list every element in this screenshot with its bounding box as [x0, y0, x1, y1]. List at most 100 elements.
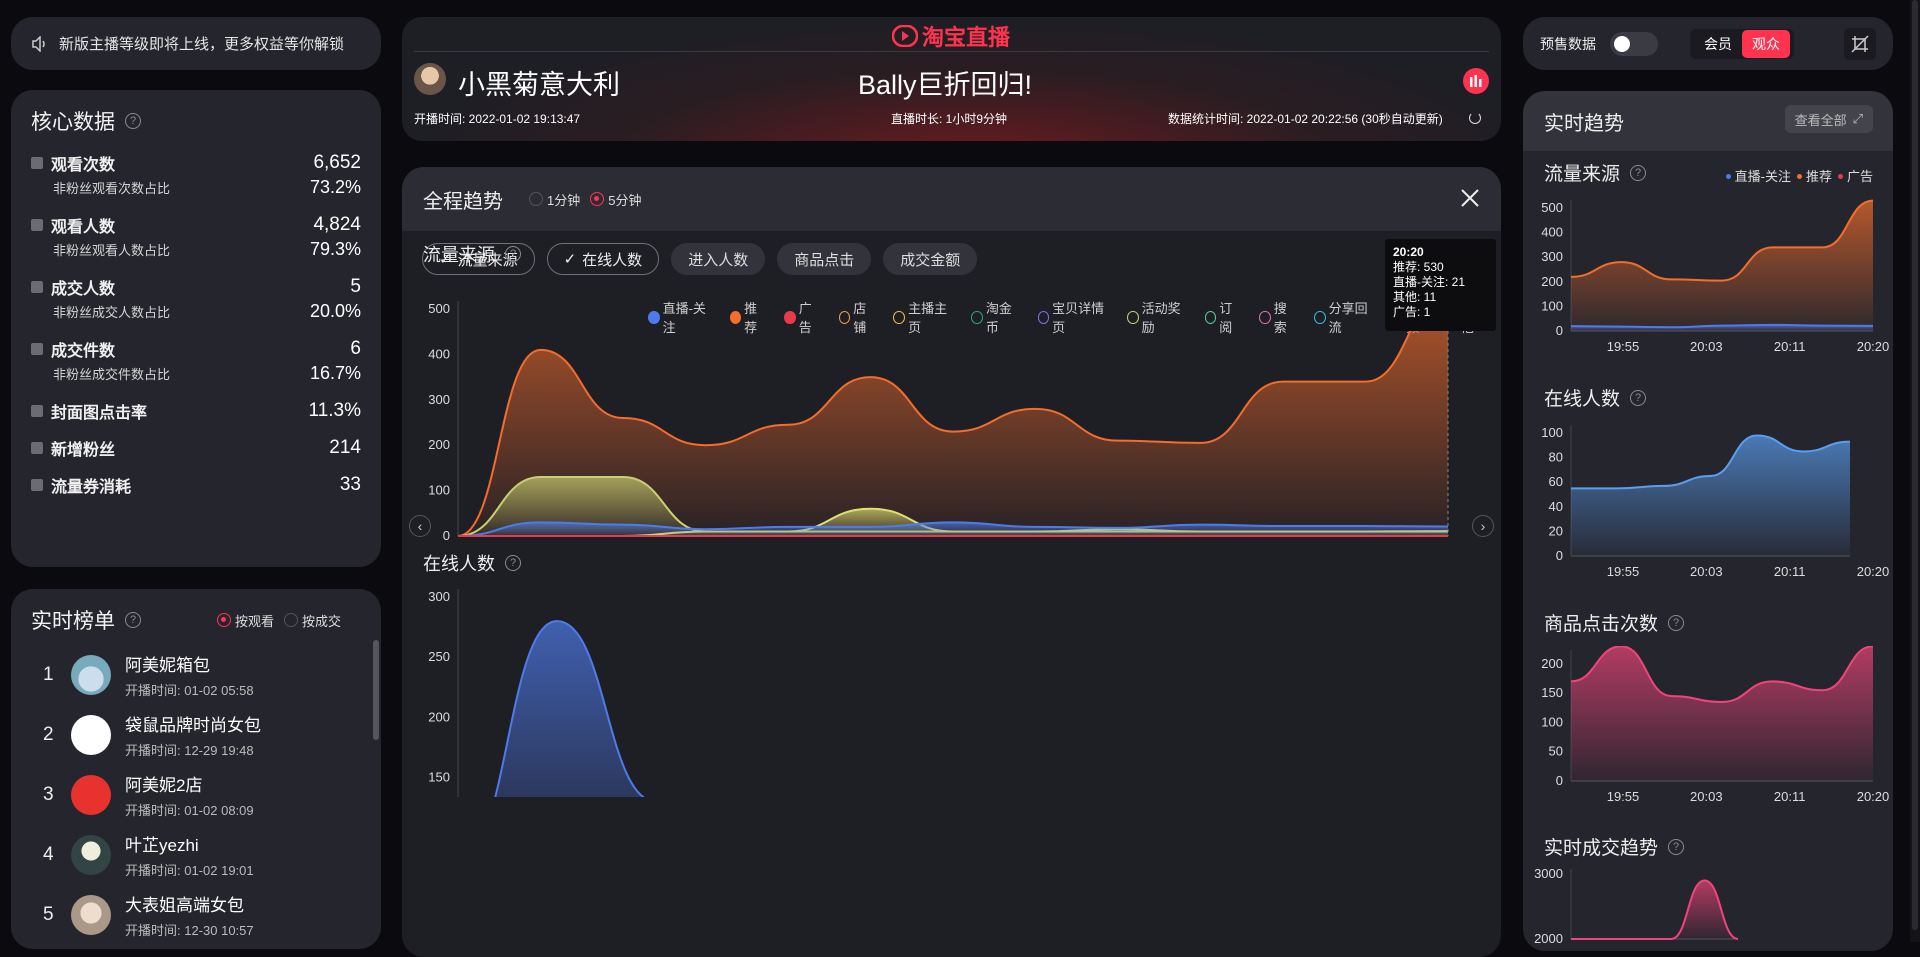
presale-toggle[interactable] — [1610, 31, 1658, 56]
stat-icon — [31, 218, 43, 231]
stat-sub-label: 非粉丝观看次数占比 — [53, 180, 171, 196]
trend-title: 全程趋势 — [423, 190, 503, 213]
refresh-icon[interactable] — [1469, 112, 1481, 124]
role-segment[interactable]: 会员 观众 — [1690, 28, 1794, 59]
stat-icon — [31, 156, 43, 169]
y-tick-label: 500 — [1541, 200, 1563, 215]
member-tab[interactable]: 会员 — [1694, 30, 1742, 58]
top-right-controls: 预售数据 会员 观众 — [1523, 17, 1893, 70]
notice-text: 新版主播等级即将上线，更多权益等你解锁 — [59, 36, 345, 53]
stat-sub-value: 73.2% — [309, 176, 361, 197]
rank-by-deal-radio[interactable]: 按成交 — [283, 611, 341, 630]
x-tick-label: 20:20 — [1857, 339, 1890, 354]
rt-legend: 直播-关注 推荐 广告 — [1720, 166, 1873, 185]
rank-time: 开播时间: 12-29 19:48 — [125, 743, 254, 758]
play-icon — [892, 25, 918, 47]
help-icon[interactable]: ? — [1668, 614, 1685, 631]
stat-icon — [31, 478, 43, 491]
rt-online-chart: 0 20 40 60 80 100 19:55 20:03 20:11 20:20 — [1541, 425, 1889, 579]
stat-label: 观看人数 — [51, 218, 116, 236]
core-title: 核心数据 — [31, 111, 115, 134]
help-icon[interactable]: ? — [505, 246, 521, 262]
avatar[interactable] — [71, 835, 111, 875]
window-scrollbar[interactable] — [1910, 0, 1920, 942]
chart-tooltip: 20:20 推荐: 530 直播-关注: 21 其他: 11 广告: 1 — [1385, 239, 1496, 331]
rank-scrollbar[interactable] — [373, 640, 379, 740]
x-tick-label: 19:55 — [1040, 544, 1073, 547]
y-tick-label: 20 — [1549, 523, 1563, 538]
rt-click-title: 商品点击次数 — [1544, 614, 1659, 635]
y-tick-label: 300 — [428, 589, 450, 604]
x-tick-label: 19:46 — [909, 544, 942, 547]
x-tick-label: 19:38 — [779, 544, 812, 547]
stat-label: 流量券消耗 — [51, 478, 132, 496]
y-tick-label: 250 — [428, 649, 450, 664]
rank-by-view-radio[interactable]: 按观看 — [216, 611, 274, 630]
list-item[interactable]: 2 袋鼠品牌时尚女包 开播时间: 12-29 19:48 — [31, 705, 361, 765]
avatar[interactable] — [71, 715, 111, 755]
rt-deal-title: 实时成交趋势 — [1544, 838, 1659, 859]
chart-next-button[interactable]: › — [1472, 515, 1494, 537]
help-icon[interactable]: ? — [1668, 838, 1685, 855]
rank-name: 大表姐高端女包 — [125, 896, 244, 915]
rank-number: 2 — [43, 724, 54, 745]
metric-pill[interactable]: 在线人数 — [546, 243, 660, 275]
list-item[interactable]: 1 阿美妮箱包 开播时间: 01-02 05:58 — [31, 645, 361, 705]
stat-label: 成交人数 — [51, 280, 116, 298]
metric-pill[interactable]: 成交金额 — [883, 243, 978, 275]
help-icon[interactable]: ? — [1630, 164, 1647, 181]
rt-click-chart: 0 50 100 150 200 19:55 20:03 20:11 20:20 — [1541, 646, 1889, 804]
realtime-panel: 实时趋势 查看全部 ⤢ 流量来源? 直播-关注 推荐 广告 0 100 200 300 400… — [1523, 91, 1893, 951]
metric-pill[interactable]: 进入人数 — [671, 243, 766, 275]
x-tick-label: 20:03 — [1171, 544, 1204, 547]
stat-row: 观看次数 6,652 — [31, 150, 361, 175]
stat-sub-label: 非粉丝观看人数占比 — [53, 242, 171, 258]
list-item[interactable]: 5 大表姐高端女包 开播时间: 12-30 10:57 — [31, 885, 361, 945]
interval-5min-radio[interactable]: 5分钟 — [590, 190, 641, 209]
metric-pill[interactable]: 商品点击 — [777, 243, 872, 275]
rank-name: 阿美妮箱包 — [125, 656, 210, 675]
y-tick-label: 400 — [1541, 225, 1563, 240]
help-icon[interactable]: ? — [125, 612, 141, 628]
avatar[interactable] — [71, 775, 111, 815]
audience-tab[interactable]: 观众 — [1742, 29, 1790, 58]
anchor-avatar[interactable] — [414, 63, 446, 95]
live-bars-icon[interactable] — [1463, 68, 1489, 94]
stat-value: 4,824 — [313, 213, 361, 235]
crop-icon[interactable] — [1844, 28, 1876, 60]
notice-bar[interactable]: 新版主播等级即将上线，更多权益等你解锁 — [11, 17, 381, 70]
rank-time: 开播时间: 01-02 19:01 — [125, 863, 254, 878]
avatar[interactable] — [71, 895, 111, 935]
help-icon[interactable]: ? — [505, 555, 521, 571]
rank-number: 3 — [43, 784, 54, 805]
stat-sub-value: 79.3% — [309, 238, 361, 259]
x-tick-label: 20:20 — [1432, 544, 1465, 547]
view-all-button[interactable]: 查看全部 ⤢ — [1784, 105, 1873, 133]
realtime-title: 实时趋势 — [1544, 112, 1624, 135]
rank-name: 阿美妮2店 — [125, 776, 203, 795]
avatar[interactable] — [71, 655, 111, 695]
y-tick-label: 100 — [1541, 714, 1563, 729]
y-tick-label: 0 — [443, 528, 450, 543]
interval-1min-radio[interactable]: 1分钟 — [529, 190, 580, 209]
x-tick-label: 20:03 — [1690, 564, 1723, 579]
help-icon[interactable]: ? — [1630, 389, 1647, 406]
close-icon[interactable] — [1459, 187, 1481, 209]
y-tick-label: 200 — [1541, 274, 1563, 289]
help-icon[interactable]: ? — [125, 113, 141, 129]
stat-sub-row: 非粉丝成交人数占比 20.0% — [31, 299, 361, 323]
chart-prev-button[interactable]: ‹ — [409, 515, 431, 537]
rank-panel: 实时榜单? 按观看 按成交 1 阿美妮箱包 开播时间: 01-02 05:58 2 袋鼠… — [11, 589, 381, 949]
stat-sub-row: 非粉丝成交件数占比 16.7% — [31, 361, 361, 385]
live-title: Bally巨折回归! — [858, 70, 1033, 100]
list-item[interactable]: 3 阿美妮2店 开播时间: 01-02 08:09 — [31, 765, 361, 825]
list-item[interactable]: 4 叶芷yezhi 开播时间: 01-02 19:01 — [31, 825, 361, 885]
tooltip-line: 广告: 1 — [1393, 305, 1431, 319]
y-tick-label: 3000 — [1534, 869, 1563, 881]
tooltip-line: 20:20 — [1393, 245, 1424, 259]
stat-value: 6 — [350, 337, 361, 359]
stat-icon — [31, 441, 43, 454]
y-tick-label: 50 — [1549, 744, 1563, 759]
stat-label: 新增粉丝 — [51, 441, 116, 459]
rank-number: 1 — [43, 664, 54, 685]
